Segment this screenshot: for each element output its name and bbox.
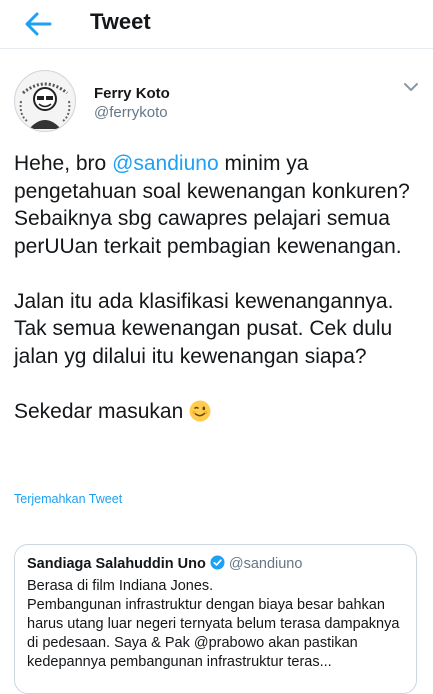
translate-tweet-link[interactable]: Terjemahkan Tweet <box>14 492 122 506</box>
chevron-down-icon[interactable] <box>404 82 418 92</box>
tweet-text-part: Hehe, bro <box>14 152 113 175</box>
top-bar: Tweet <box>0 0 433 49</box>
quoted-author-name: Sandiaga Salahuddin Uno <box>27 556 206 572</box>
page-title: Tweet <box>90 9 151 34</box>
avatar-illustration-icon <box>16 72 74 130</box>
quoted-tweet-header: Sandiaga Salahuddin Uno @sandiuno <box>27 555 302 572</box>
tweet-text-part: minim ya pengetahuan soal kewenangan kon… <box>14 152 410 423</box>
avatar[interactable] <box>14 70 76 132</box>
back-arrow-icon[interactable] <box>22 8 54 40</box>
winking-face-emoji-icon <box>189 400 211 421</box>
quoted-tweet[interactable]: Sandiaga Salahuddin Uno @sandiuno Berasa… <box>14 544 417 694</box>
quoted-tweet-text: Berasa di film Indiana Jones. Pembanguna… <box>27 578 400 670</box>
author-name[interactable]: Ferry Koto <box>94 85 170 102</box>
mention-link[interactable]: @sandiuno <box>112 152 219 175</box>
author-handle[interactable]: @ferrykoto <box>94 104 168 121</box>
quoted-author-handle: @sandiuno <box>228 556 303 572</box>
verified-badge-icon <box>210 555 225 570</box>
tweet-text: Hehe, bro @sandiuno minim ya pengetahuan… <box>14 150 424 425</box>
